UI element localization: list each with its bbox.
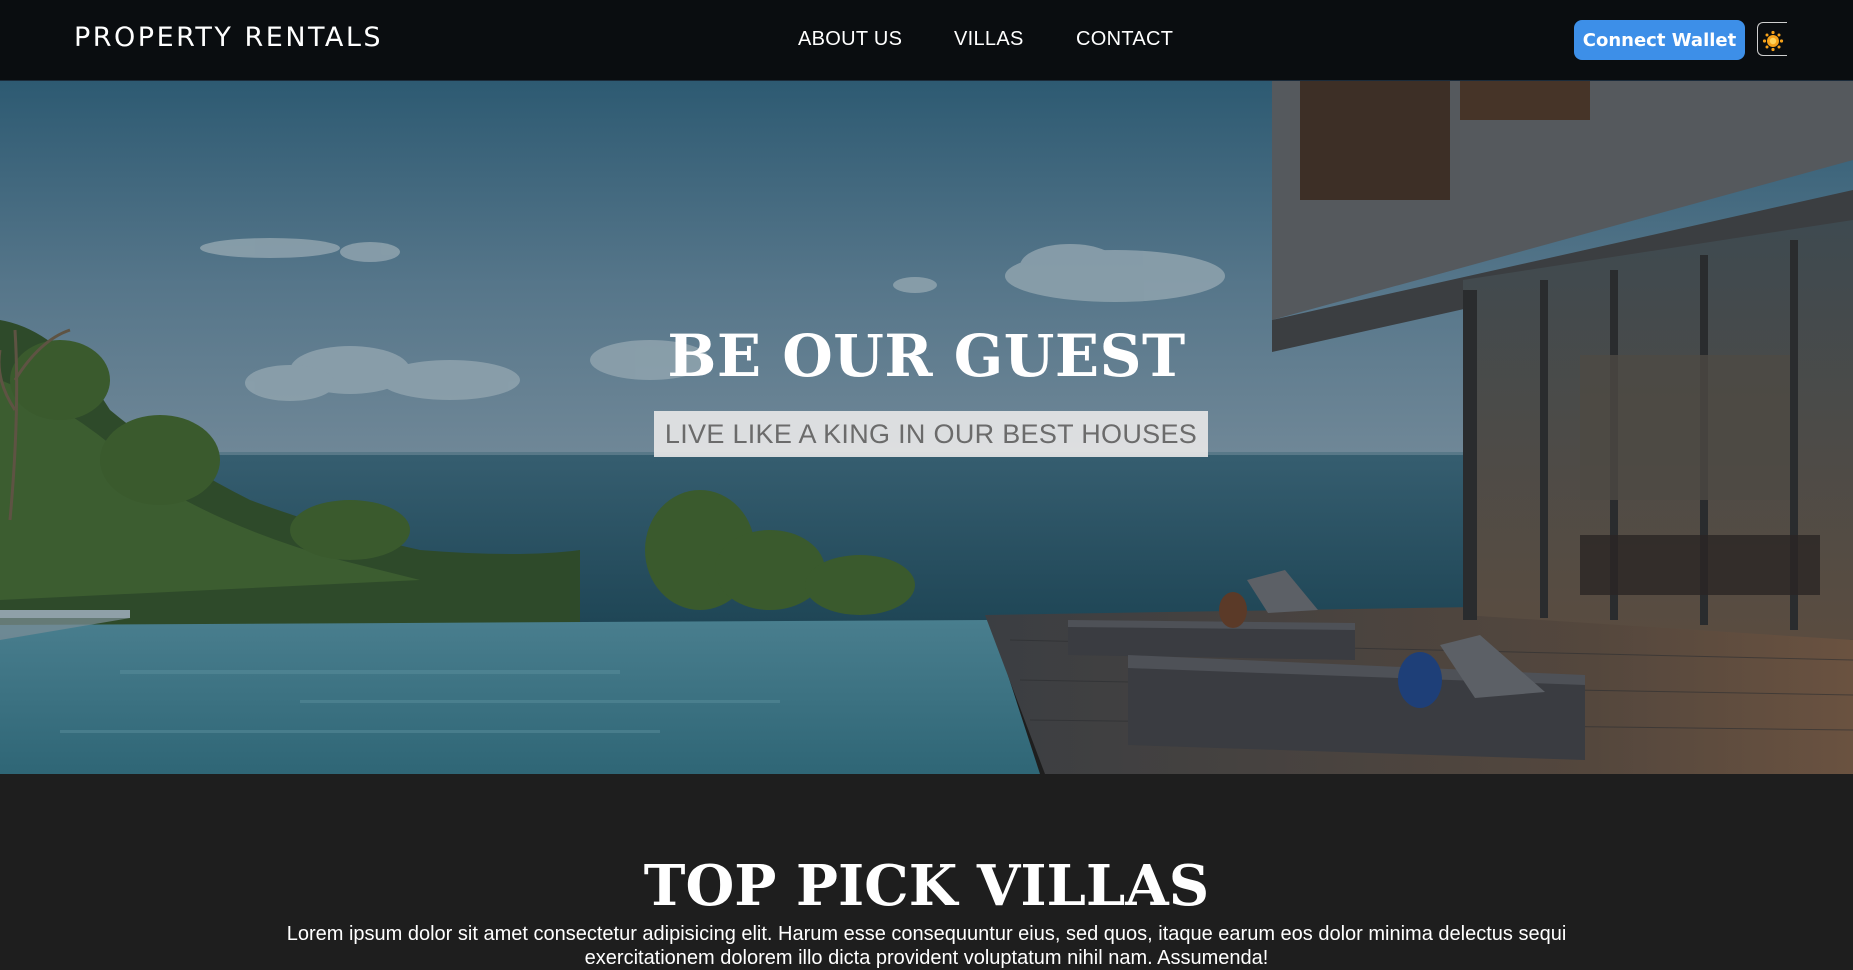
hero-subtitle: LIVE LIKE A KING IN OUR BEST HOUSES (654, 411, 1208, 457)
hero-banner: BE OUR GUEST LIVE LIKE A KING IN OUR BES… (0, 80, 1853, 774)
hero-title: BE OUR GUEST (667, 322, 1186, 390)
nav-villas[interactable]: VILLAS (954, 28, 1024, 51)
sun-icon (1762, 30, 1784, 52)
site-header: PROPERTY RENTALS ABOUT US VILLAS CONTACT… (0, 0, 1853, 81)
section-title: TOP PICK VILLAS (643, 853, 1210, 919)
nav-about-us[interactable]: ABOUT US (798, 28, 902, 51)
connect-wallet-button[interactable]: Connect Wallet (1574, 20, 1745, 60)
nav-contact[interactable]: CONTACT (1076, 28, 1173, 51)
theme-toggle-button[interactable] (1757, 22, 1787, 56)
section-description: Lorem ipsum dolor sit amet consectetur a… (286, 923, 1567, 969)
